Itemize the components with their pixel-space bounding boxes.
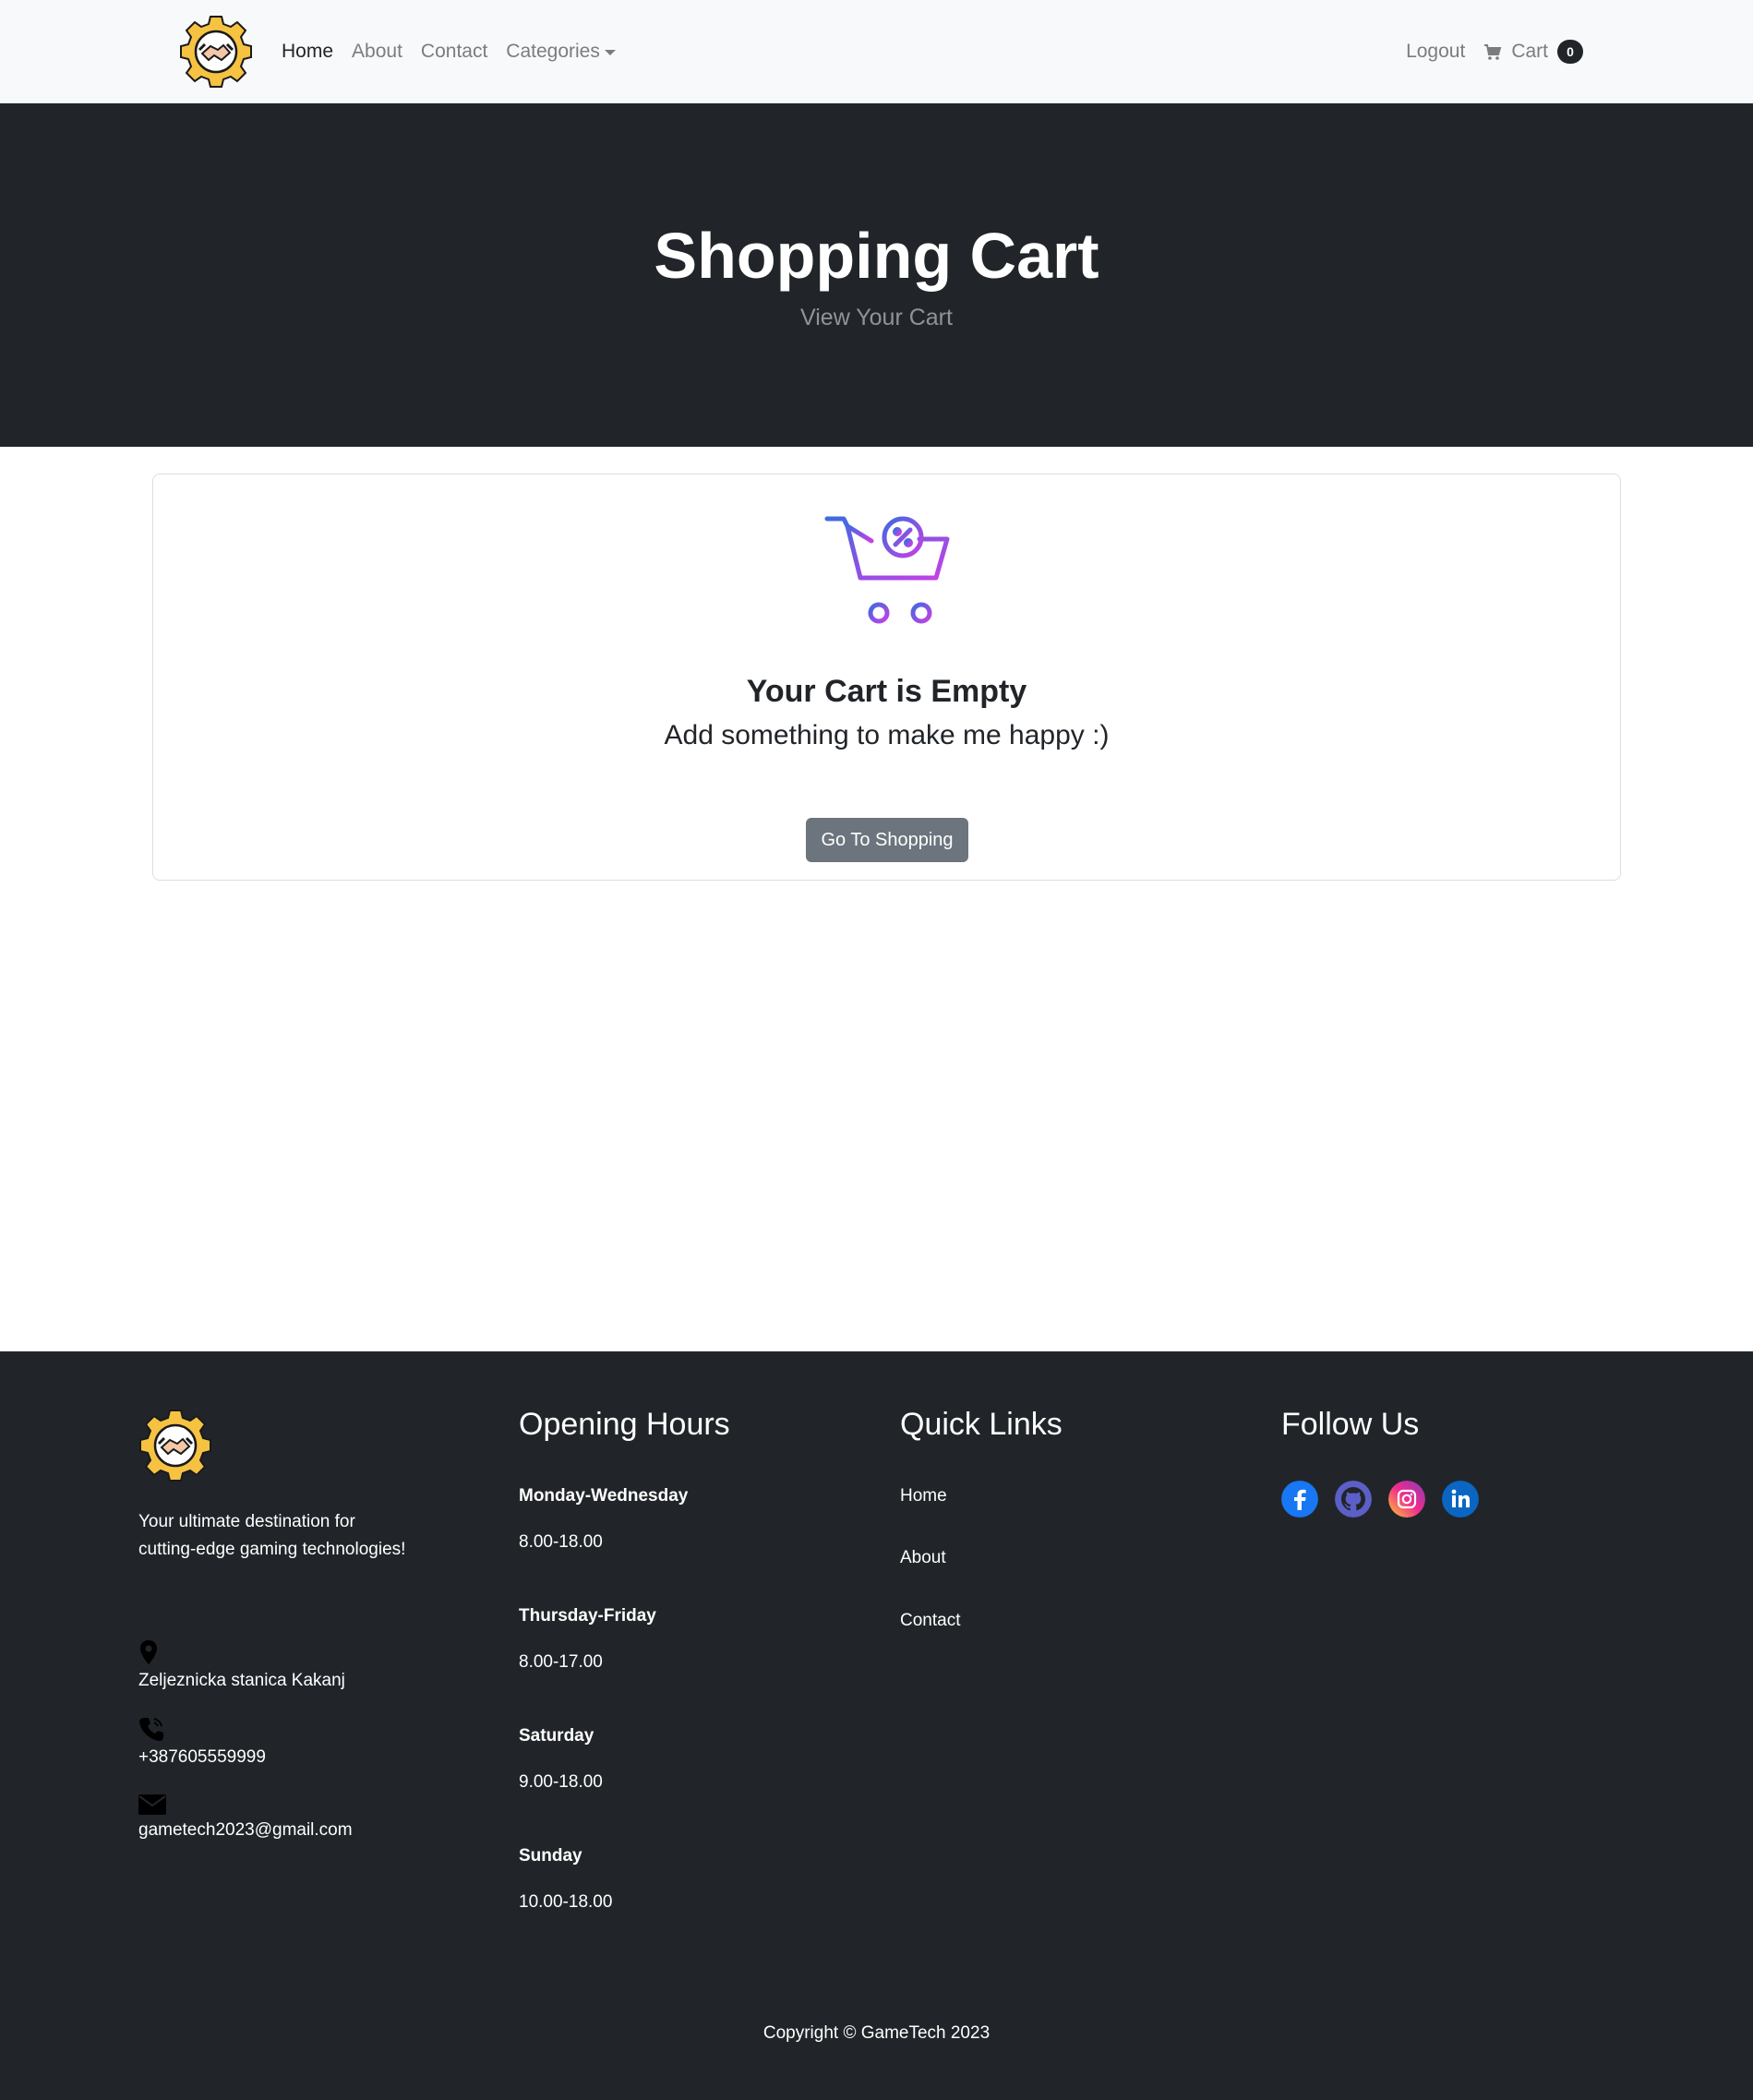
nav-contact[interactable]: Contact [421,41,487,63]
gametech-logo[interactable] [179,15,253,89]
hours-time: 9.00-18.00 [519,1772,603,1792]
footer: Your ultimate destination for cutting-ed… [0,1351,1753,2100]
cart-label: Cart [1511,41,1548,62]
envelope-icon [138,1794,166,1815]
nav-cart[interactable]: Cart 0 [1483,40,1583,64]
nav-categories-label: Categories [506,41,600,62]
hours-time: 8.00-18.00 [519,1532,603,1552]
empty-cart-title: Your Cart is Empty [746,674,1027,709]
go-to-shopping-button[interactable]: Go To Shopping [806,818,968,862]
follow-us-heading: Follow Us [1281,1407,1420,1442]
cart-icon [1484,44,1502,60]
hours-day: Sunday [519,1846,582,1866]
hours-day: Saturday [519,1726,594,1746]
nav-home[interactable]: Home [282,41,333,63]
footer-link-contact[interactable]: Contact [900,1611,960,1631]
phone-icon [139,1718,163,1741]
github-icon[interactable] [1335,1481,1372,1518]
nav-about[interactable]: About [352,41,402,63]
facebook-icon[interactable] [1281,1481,1318,1518]
email-text: gametech2023@gmail.com [138,1820,353,1840]
hours-day: Monday-Wednesday [519,1486,689,1506]
address-text: Zeljeznicka stanica Kakanj [138,1671,345,1690]
navbar: Home About Contact Categories Logout Car… [0,0,1753,103]
page-subtitle: View Your Cart [800,305,953,330]
chevron-down-icon [604,50,616,55]
footer-address: Zeljeznicka stanica Kakanj [138,1639,345,1691]
page-title: Shopping Cart [654,220,1099,292]
footer-email: gametech2023@gmail.com [138,1794,353,1841]
empty-cart-subtitle: Add something to make me happy :) [664,720,1110,750]
location-pin-icon [140,1640,157,1664]
phone-text: +387605559999 [138,1747,266,1767]
nav-categories-dropdown[interactable]: Categories [506,41,616,63]
tagline-line-1: Your ultimate destination for [138,1512,355,1531]
footer-link-about[interactable]: About [900,1548,946,1568]
cart-count-badge: 0 [1557,40,1583,64]
tagline-line-2: cutting-edge gaming technologies! [138,1540,406,1559]
empty-cart-icon [824,516,950,624]
empty-cart-card: Your Cart is Empty Add something to make… [152,474,1621,881]
instagram-icon[interactable] [1388,1481,1425,1518]
footer-phone: +387605559999 [138,1716,266,1768]
hero-section: Shopping Cart View Your Cart [0,103,1753,447]
copyright-text: Copyright © GameTech 2023 [762,2023,991,2043]
nav-logout[interactable]: Logout [1406,41,1465,63]
footer-link-home[interactable]: Home [900,1486,947,1506]
hours-day: Thursday-Friday [519,1606,656,1626]
linkedin-icon[interactable] [1442,1481,1479,1518]
quick-links-heading: Quick Links [900,1407,1063,1442]
footer-logo[interactable] [138,1409,212,1482]
hours-time: 8.00-17.00 [519,1652,603,1672]
opening-hours-heading: Opening Hours [519,1407,730,1442]
footer-tagline: Your ultimate destination for cutting-ed… [138,1508,443,1564]
hours-time: 10.00-18.00 [519,1892,613,1912]
